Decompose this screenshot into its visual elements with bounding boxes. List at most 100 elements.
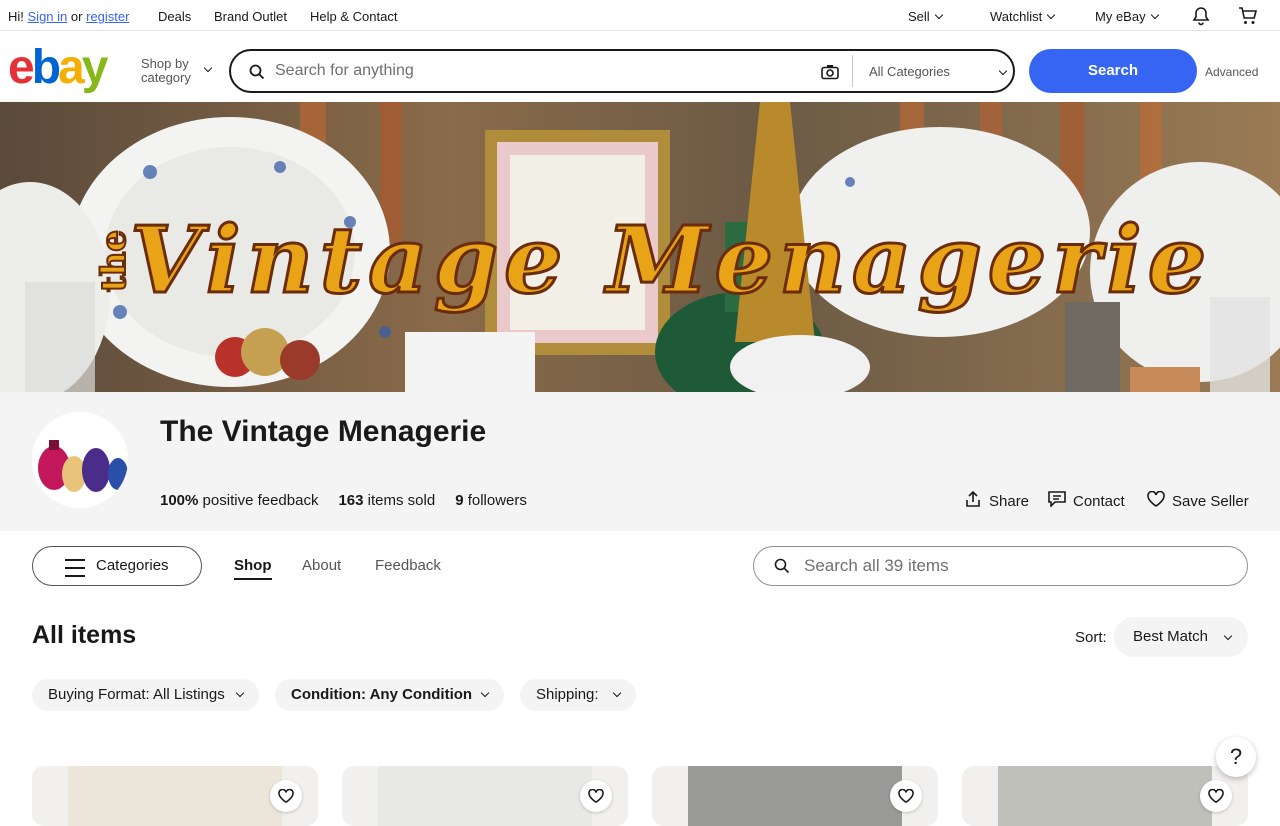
chat-icon xyxy=(1048,491,1066,511)
watch-button[interactable] xyxy=(580,780,612,812)
item-card[interactable] xyxy=(342,766,628,826)
categories-button[interactable]: Categories xyxy=(32,546,202,586)
or-text: or xyxy=(70,9,83,24)
filter-label: Condition: Any Condition xyxy=(291,686,473,703)
items-sold-stat: 163 items sold xyxy=(338,492,435,509)
share-button[interactable]: Share xyxy=(966,490,1030,511)
feedback-label: positive feedback xyxy=(202,492,319,509)
followers-label: followers xyxy=(467,492,527,509)
watchlist-menu[interactable]: Watchlist xyxy=(990,9,1056,24)
cart-icon[interactable] xyxy=(1238,6,1258,29)
heart-icon xyxy=(588,789,604,803)
chevron-down-icon xyxy=(480,688,490,698)
my-ebay-menu[interactable]: My eBay xyxy=(1095,9,1159,24)
store-name: The Vintage Menagerie xyxy=(160,415,487,448)
chevron-down-icon xyxy=(998,66,1008,76)
sort-value: Best Match xyxy=(1133,628,1209,645)
item-image xyxy=(998,766,1212,826)
store-search-bar: Search all 39 items xyxy=(753,546,1248,586)
item-image xyxy=(68,766,282,826)
filter-condition[interactable]: Condition: Any Condition xyxy=(275,679,504,711)
share-label: Share xyxy=(989,492,1030,510)
logo-letter: e xyxy=(8,41,35,94)
store-banner: the Vintage Menagerie xyxy=(0,102,1280,392)
global-search-bar: Search for anything All Categories xyxy=(229,49,1015,93)
item-image xyxy=(688,766,902,826)
category-select[interactable]: All Categories xyxy=(869,64,1008,79)
store-info-section: The Vintage Menagerie 100% positive feed… xyxy=(0,392,1280,531)
filter-buying-format[interactable]: Buying Format: All Listings xyxy=(32,679,259,711)
shop-by-category-button[interactable]: Shop by category xyxy=(141,56,213,85)
chevron-down-icon xyxy=(1223,631,1233,641)
search-divider xyxy=(852,55,853,87)
greeting-text: Hi! xyxy=(8,9,24,24)
save-seller-button[interactable]: Save Seller xyxy=(1147,490,1249,511)
tab-feedback[interactable]: Feedback xyxy=(375,557,441,574)
all-items-heading: All items xyxy=(32,621,137,649)
search-input[interactable]: Search for anything xyxy=(275,62,414,80)
tab-shop[interactable]: Shop xyxy=(234,557,272,580)
contact-label: Contact xyxy=(1073,492,1125,510)
advanced-search-link[interactable]: Advanced xyxy=(1205,65,1258,79)
logo-letter: y xyxy=(81,41,109,94)
camera-icon[interactable] xyxy=(821,64,839,85)
shop-by-label: Shop by xyxy=(141,56,189,71)
chevron-down-icon xyxy=(235,688,245,698)
save-seller-label: Save Seller xyxy=(1172,492,1249,510)
sell-menu[interactable]: Sell xyxy=(908,9,943,24)
sell-label: Sell xyxy=(908,9,930,24)
sort-dropdown[interactable]: Best Match xyxy=(1114,617,1248,657)
tab-about[interactable]: About xyxy=(302,557,341,574)
filter-shipping[interactable]: Shipping: xyxy=(520,679,636,711)
item-card[interactable] xyxy=(32,766,318,826)
deals-link[interactable]: Deals xyxy=(158,9,191,24)
banner-title-small: the xyxy=(94,230,134,292)
sign-in-link[interactable]: Sign in xyxy=(28,9,68,24)
menu-icon xyxy=(65,559,85,583)
filter-label: Buying Format: All Listings xyxy=(48,686,225,703)
items-sold-value: 163 xyxy=(338,492,364,509)
banner-title: Vintage Menagerie xyxy=(130,206,1212,314)
items-sold-label: items sold xyxy=(367,492,436,509)
watchlist-label: Watchlist xyxy=(990,9,1043,24)
item-card[interactable] xyxy=(962,766,1248,826)
store-avatar xyxy=(32,412,128,508)
watch-button[interactable] xyxy=(270,780,302,812)
logo-letter: a xyxy=(58,41,85,94)
logo-letter: b xyxy=(31,41,61,94)
followers-value: 9 xyxy=(455,492,464,509)
watch-button[interactable] xyxy=(890,780,922,812)
category-label: category xyxy=(141,70,191,85)
contact-button[interactable]: Contact xyxy=(1048,491,1125,511)
filter-label: Shipping: xyxy=(536,686,599,703)
followers-stat: 9 followers xyxy=(455,492,527,509)
store-search-input[interactable]: Search all 39 items xyxy=(804,556,949,576)
brand-outlet-link[interactable]: Brand Outlet xyxy=(214,9,287,24)
feedback-stat[interactable]: 100% positive feedback xyxy=(160,492,318,509)
sort-label: Sort: xyxy=(1075,629,1107,646)
item-card[interactable] xyxy=(652,766,938,826)
heart-icon xyxy=(1208,789,1224,803)
search-icon xyxy=(774,558,790,579)
store-stats: 100% positive feedback 163 items sold 9 … xyxy=(160,492,527,509)
banner-image: the Vintage Menagerie xyxy=(0,102,1280,392)
search-button[interactable]: Search xyxy=(1029,49,1197,93)
category-select-value: All Categories xyxy=(869,64,950,79)
help-contact-link[interactable]: Help & Contact xyxy=(310,9,397,24)
heart-icon xyxy=(278,789,294,803)
watch-button[interactable] xyxy=(1200,780,1232,812)
help-button[interactable]: ? xyxy=(1216,737,1256,777)
top-utility-bar: Hi! Sign in or register Deals Brand Outl… xyxy=(0,0,1280,31)
search-icon xyxy=(249,64,265,85)
share-icon xyxy=(966,490,980,511)
register-link[interactable]: register xyxy=(86,9,129,24)
site-header: ebay Shop by category Search for anythin… xyxy=(0,31,1280,102)
chevron-down-icon xyxy=(612,688,622,698)
chevron-down-icon xyxy=(203,63,213,73)
categories-label: Categories xyxy=(96,557,169,574)
chevron-down-icon xyxy=(1150,10,1159,20)
ebay-logo[interactable]: ebay xyxy=(8,41,109,94)
feedback-value: 100% xyxy=(160,492,199,509)
heart-icon xyxy=(1147,490,1165,511)
bell-icon[interactable] xyxy=(1191,6,1211,29)
